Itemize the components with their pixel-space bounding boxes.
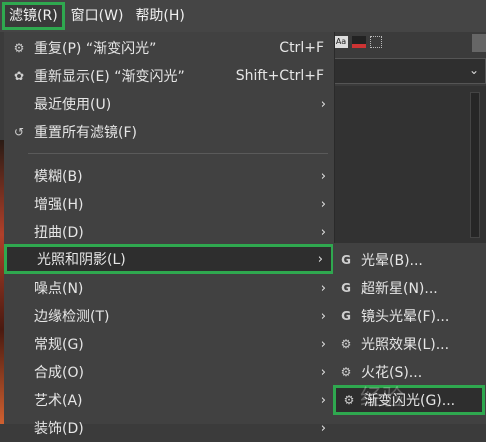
submenu-item-gradient-flare[interactable]: ⚙ 渐变闪光(G)... — [333, 385, 485, 415]
menu-item-label: 增强(H) — [34, 197, 84, 213]
chevron-right-icon: › — [320, 392, 326, 408]
menu-separator — [28, 153, 328, 154]
submenu-item-glow[interactable]: G 光晕(B)... — [333, 246, 486, 274]
chevron-right-icon: › — [317, 251, 323, 267]
chevron-right-icon: › — [320, 364, 326, 380]
submenu-item-label: 镜头光晕(F)... — [361, 309, 450, 325]
menu-item-label: 最近使用(U) — [34, 97, 112, 113]
menu-item-generic[interactable]: 常规(G) › — [4, 330, 334, 358]
submenu-item-supernova[interactable]: G 超新星(N)... — [333, 274, 486, 302]
gegl-icon: G — [341, 253, 351, 267]
menu-item-label: 常规(G) — [34, 337, 84, 353]
chevron-right-icon: › — [320, 336, 326, 352]
menu-item-label: 模糊(B) — [34, 169, 83, 185]
color-swatch-icon[interactable] — [352, 36, 366, 48]
menu-item-recent[interactable]: 最近使用(U) › — [4, 90, 334, 118]
chevron-right-icon: › — [320, 224, 326, 240]
menu-item-enhance[interactable]: 增强(H) › — [4, 190, 334, 218]
plugin-icon: ⚙ — [340, 365, 352, 379]
menu-item-label: 重新显示(E) “渐变闪光” — [34, 69, 185, 85]
chevron-right-icon: › — [320, 196, 326, 212]
menu-item-repeat[interactable]: ⚙ 重复(P) “渐变闪光” Ctrl+F — [4, 34, 334, 62]
chevron-right-icon: › — [320, 280, 326, 296]
menu-help[interactable]: 帮助(H) — [129, 2, 190, 30]
plugin-icon: ⚙ — [343, 393, 355, 407]
font-icon[interactable]: Aa — [334, 36, 348, 48]
menu-item-artistic[interactable]: 艺术(A) › — [4, 386, 334, 414]
menu-item-label: 重复(P) “渐变闪光” — [34, 41, 157, 57]
submenu-item-label: 渐变闪光(G)... — [364, 393, 456, 409]
menu-windows[interactable]: 窗口(W) — [65, 2, 130, 30]
reshow-filter-icon: ✿ — [13, 69, 25, 83]
light-shadow-submenu: G 光晕(B)... G 超新星(N)... G 镜头光晕(F)... ⚙ 光照… — [333, 243, 486, 424]
panel-dropdown[interactable]: ⌄ — [334, 58, 486, 84]
gegl-icon: G — [341, 309, 351, 323]
menu-item-label: 装饰(D) — [34, 421, 84, 437]
menu-item-combine[interactable]: 合成(O) › — [4, 358, 334, 386]
menu-item-blur[interactable]: 模糊(B) › — [4, 162, 334, 190]
plugin-icon: ⚙ — [340, 337, 352, 351]
submenu-item-label: 超新星(N)... — [361, 281, 438, 297]
submenu-item-label: 光照效果(L)... — [361, 337, 450, 353]
reset-icon: ↺ — [13, 125, 25, 139]
chevron-right-icon: › — [320, 420, 326, 436]
pattern-icon[interactable] — [370, 36, 382, 48]
submenu-item-label: 光晕(B)... — [361, 253, 423, 269]
gegl-icon: G — [341, 281, 351, 295]
menu-item-shortcut: Ctrl+F — [279, 40, 324, 56]
menu-item-noise[interactable]: 噪点(N) › — [4, 274, 334, 302]
menu-item-label: 重置所有滤镜(F) — [34, 125, 137, 141]
chevron-down-icon: ⌄ — [468, 63, 479, 77]
filters-menu: ⚙ 重复(P) “渐变闪光” Ctrl+F ✿ 重新显示(E) “渐变闪光” S… — [4, 32, 335, 437]
menu-item-edge-detect[interactable]: 边缘检测(T) › — [4, 302, 334, 330]
panel-tab-handle[interactable] — [472, 34, 486, 52]
menubar: 滤镜(R) 窗口(W) 帮助(H) — [0, 0, 486, 32]
repeat-filter-icon: ⚙ — [13, 41, 25, 55]
submenu-item-lens-flare[interactable]: G 镜头光晕(F)... — [333, 302, 486, 330]
menu-item-light-shadow[interactable]: 光照和阴影(L) › — [4, 244, 334, 274]
menu-item-shortcut: Shift+Ctrl+F — [235, 68, 324, 84]
submenu-item-sparkle[interactable]: ⚙ 火花(S)... — [333, 358, 486, 386]
menu-item-reset-all[interactable]: ↺ 重置所有滤镜(F) — [4, 118, 334, 146]
menu-item-label: 扭曲(D) — [34, 225, 84, 241]
menu-item-decor[interactable]: 装饰(D) › — [4, 414, 334, 442]
menu-item-label: 光照和阴影(L) — [37, 252, 126, 268]
tool-options-icons: Aa — [334, 36, 382, 48]
menu-item-label: 边缘检测(T) — [34, 309, 110, 325]
chevron-right-icon: › — [320, 308, 326, 324]
submenu-item-label: 火花(S)... — [361, 365, 423, 381]
menu-item-reshow[interactable]: ✿ 重新显示(E) “渐变闪光” Shift+Ctrl+F — [4, 62, 334, 90]
chevron-right-icon: › — [320, 168, 326, 184]
right-dock-panel — [334, 86, 486, 246]
submenu-item-lighting-effects[interactable]: ⚙ 光照效果(L)... — [333, 330, 486, 358]
panel-scrollbar[interactable] — [470, 92, 480, 238]
menu-item-label: 噪点(N) — [34, 281, 84, 297]
menu-item-distorts[interactable]: 扭曲(D) › — [4, 218, 334, 246]
chevron-right-icon: › — [320, 96, 326, 112]
menu-item-label: 合成(O) — [34, 365, 84, 381]
menu-item-label: 艺术(A) — [34, 393, 83, 409]
menu-filters[interactable]: 滤镜(R) — [2, 2, 65, 30]
